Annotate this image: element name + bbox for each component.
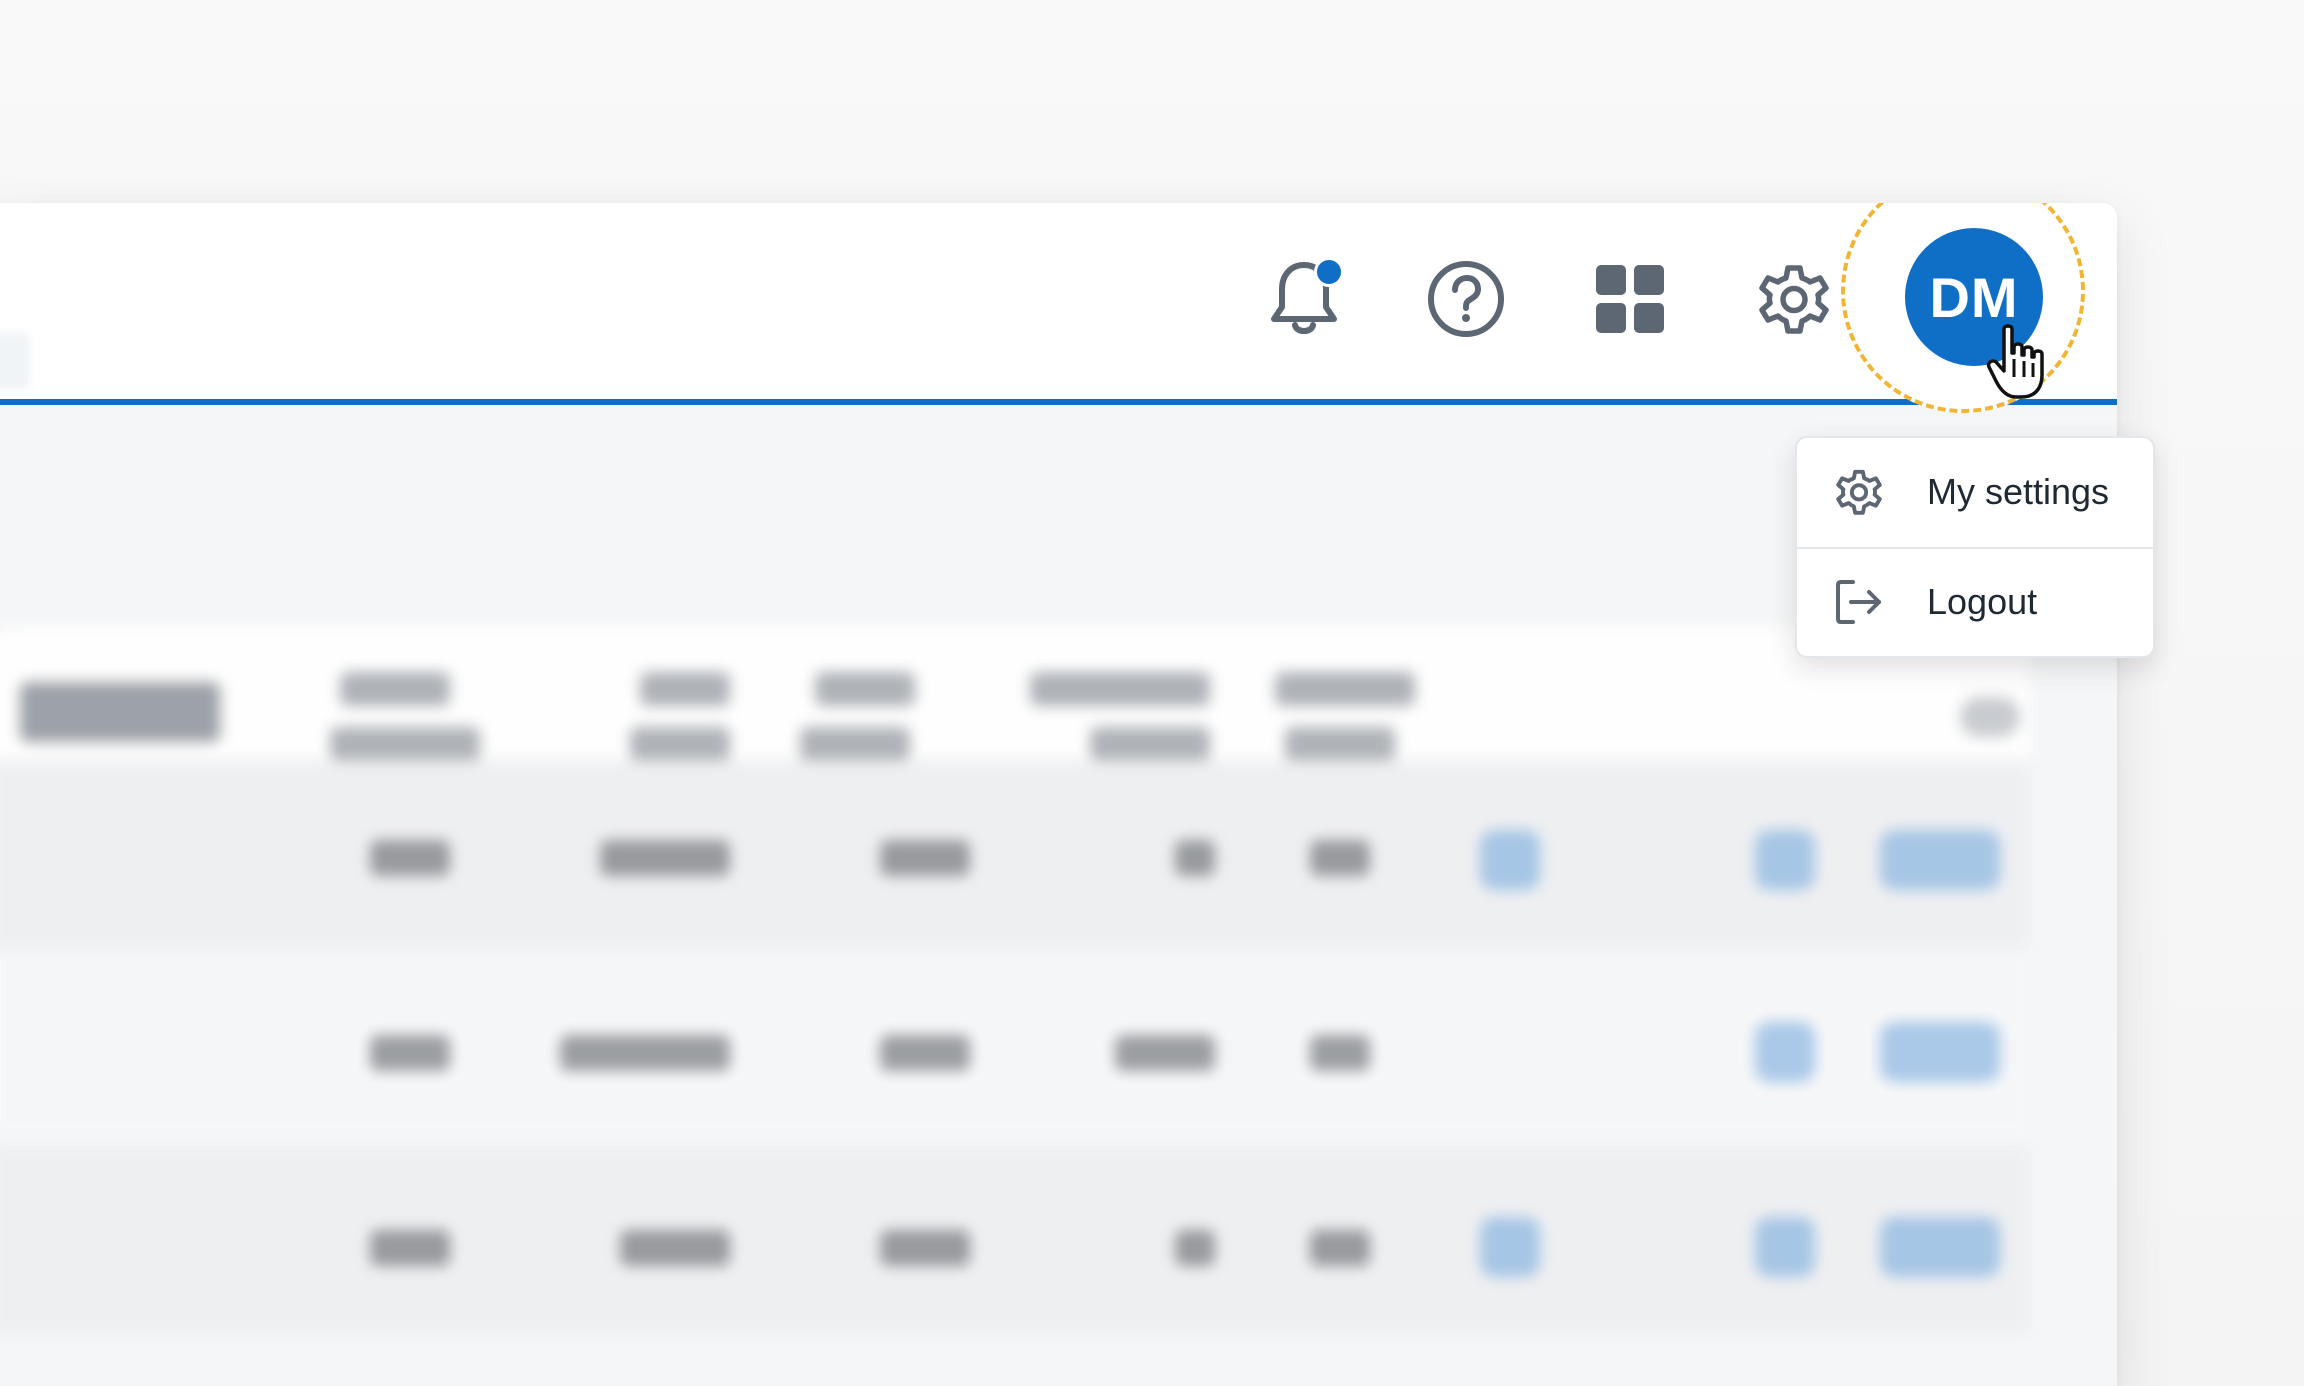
search-field-ghost (0, 333, 30, 389)
notifications-button[interactable] (1256, 251, 1352, 347)
menu-item-label: My settings (1927, 471, 2110, 512)
gear-icon (1829, 466, 1889, 518)
top-bar: DM (0, 203, 2117, 413)
gear-icon (1754, 259, 1834, 339)
apps-grid-icon (1594, 263, 1666, 335)
apps-button[interactable] (1582, 251, 1678, 347)
logout-icon (1829, 576, 1889, 628)
menu-item-logout[interactable]: Logout (1797, 548, 2153, 656)
notification-dot (1314, 257, 1344, 287)
help-circle-icon (1426, 259, 1506, 339)
menu-item-label: Logout (1927, 581, 2038, 622)
menu-item-my-settings[interactable]: My settings (1797, 438, 2153, 546)
settings-button[interactable] (1746, 251, 1842, 347)
table-row (0, 760, 2030, 950)
screenshot-stage: DM My settings Logout (0, 0, 2304, 1386)
table-row (0, 950, 2030, 1140)
app-window: DM (0, 203, 2117, 1386)
help-button[interactable] (1418, 251, 1514, 347)
hand-cursor-icon (1986, 323, 2048, 406)
table-row (0, 1145, 2030, 1335)
user-menu-dropdown: My settings Logout (1795, 436, 2155, 658)
